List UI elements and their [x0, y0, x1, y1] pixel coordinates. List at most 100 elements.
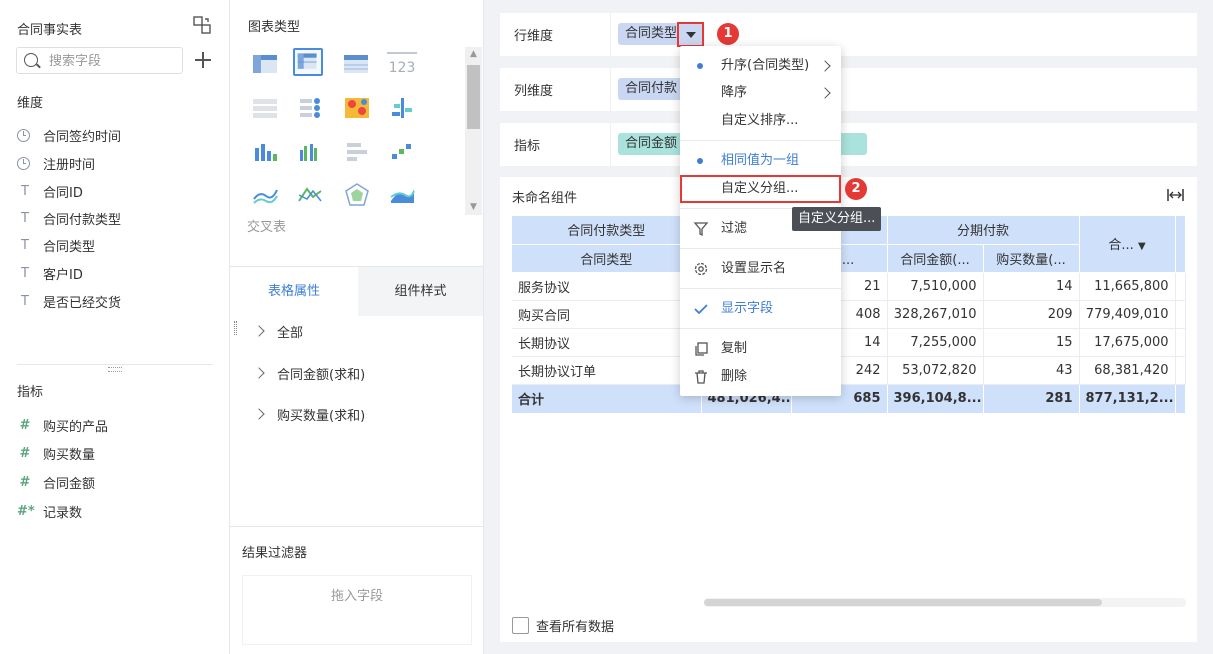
text-type-icon: T — [21, 237, 29, 253]
view-all-label: 查看所有数据 — [536, 620, 615, 635]
horizontal-bar-chart-icon[interactable] — [342, 138, 372, 166]
header-contract-type[interactable]: 合同类型 — [512, 244, 702, 273]
tab-component-style[interactable]: 组件样式 — [358, 267, 483, 316]
row-label: 长期协议 — [512, 328, 702, 357]
dimension-field[interactable]: 合同签约时间 — [17, 125, 121, 145]
resize-grip-icon[interactable] — [108, 367, 122, 372]
bubble-dot-chart-icon[interactable] — [387, 94, 417, 122]
grouped-table-chart-icon[interactable] — [250, 50, 280, 78]
measure-bar: 指标 合同金额) — [500, 123, 1197, 166]
menu-item-custom-group[interactable]: 自定义分组... — [680, 175, 841, 203]
text-type-icon: T — [21, 210, 29, 226]
kpi-number-chart-icon[interactable]: 123 — [387, 52, 417, 80]
cell: 281 — [983, 384, 1080, 414]
cell-filler — [1175, 328, 1186, 357]
menu-item-display-name[interactable]: 设置显示名 — [680, 257, 841, 281]
header-total[interactable]: 合... ▼ — [1079, 216, 1176, 273]
search-input[interactable] — [49, 52, 177, 70]
dimension-field[interactable]: T 合同ID — [17, 181, 83, 201]
scroll-up-icon[interactable]: ▲ — [469, 50, 478, 59]
row-label: 购买合同 — [512, 300, 702, 329]
widget-title[interactable]: 未命名组件 — [512, 187, 577, 206]
prop-item-quantity[interactable]: 购买数量(求和) — [253, 404, 365, 424]
scrollbar-thumb[interactable] — [704, 599, 1102, 606]
cell-filler — [1175, 356, 1186, 385]
column-separator — [610, 68, 611, 111]
row-dimension-pill[interactable]: 合同类型 — [618, 23, 685, 45]
dimension-field[interactable]: 注册时间 — [17, 153, 95, 173]
prop-item-amount[interactable]: 合同金额(求和) — [253, 363, 365, 383]
view-all-data-toggle[interactable]: 查看所有数据 — [512, 616, 614, 635]
gear-icon — [694, 262, 708, 276]
bar-chart-icon[interactable] — [250, 138, 280, 166]
copy-icon — [695, 342, 708, 356]
selected-dot-icon — [697, 63, 703, 69]
menu-item-show-field[interactable]: 显示字段 — [680, 297, 841, 321]
cell: 11,665,800 — [1079, 272, 1176, 301]
menu-item-group-same-values[interactable]: 相同值为一组 — [680, 149, 841, 173]
menu-item-sort-desc[interactable]: 降序 — [680, 81, 841, 105]
cross-table: 合同付款类型 分期付款 合... ▼ 合同类型 量(... 合同金额(... 购… — [512, 216, 1186, 414]
add-field-icon[interactable] — [195, 52, 211, 68]
measure-field[interactable]: # 购买的产品 — [17, 415, 108, 435]
column-dimension-pill[interactable]: 合同付款 — [618, 78, 685, 100]
waterfall-chart-icon[interactable] — [387, 138, 417, 166]
trash-icon — [695, 370, 707, 384]
measure-field[interactable]: #* 记录数 — [17, 501, 82, 521]
menu-item-copy[interactable]: 复制 — [680, 337, 841, 361]
menu-item-sort-asc[interactable]: 升序(合同类型) — [680, 54, 841, 78]
row-dimension-dropdown-button[interactable] — [677, 22, 704, 47]
header-quantity-2[interactable]: 购买数量(... — [983, 244, 1080, 273]
indicator-list-chart-icon[interactable] — [295, 94, 325, 122]
measure-field[interactable]: # 购买数量 — [17, 443, 95, 463]
sort-caret-icon[interactable]: ▼ — [1138, 241, 1146, 252]
chart-config-panel: 图表类型 123 交叉表 ▲ ▼ 表格属性 组件样式 全部 合同金额(求和) 购… — [230, 0, 484, 654]
dimension-field[interactable]: T 合同付款类型 — [17, 208, 121, 228]
text-type-icon: T — [21, 265, 29, 281]
header-installment[interactable]: 分期付款 — [887, 216, 1080, 245]
chart-types-scrollbar[interactable]: ▲ ▼ — [465, 47, 482, 215]
menu-item-custom-sort[interactable]: 自定义排序... — [680, 109, 841, 133]
dimension-field[interactable]: T 是否已经交货 — [17, 291, 121, 311]
area-chart-icon[interactable] — [387, 181, 417, 209]
scrollbar-thumb[interactable] — [467, 65, 480, 129]
detail-table-chart-icon[interactable] — [341, 50, 371, 78]
switch-dataset-icon[interactable] — [193, 16, 211, 34]
scatter-line-chart-icon[interactable] — [295, 181, 325, 209]
cell: 7,510,000 — [887, 272, 984, 301]
field-drop-zone[interactable]: 拖入字段 — [242, 575, 472, 645]
dimension-field[interactable]: T 合同类型 — [17, 235, 95, 255]
view-all-checkbox[interactable] — [512, 617, 529, 634]
heatmap-chart-icon[interactable] — [342, 94, 372, 122]
cross-table-chart-icon[interactable] — [293, 48, 323, 76]
cell: 779,409,010 — [1079, 300, 1176, 329]
header-payment-type[interactable]: 合同付款类型 — [512, 216, 702, 245]
cell: 53,072,820 — [887, 356, 984, 385]
search-icon — [24, 53, 38, 67]
selected-dot-icon — [697, 158, 703, 164]
tab-table-properties[interactable]: 表格属性 — [230, 267, 358, 316]
row-dimension-label: 行维度 — [514, 29, 554, 44]
header-amount-2[interactable]: 合同金额(... — [887, 244, 984, 273]
cell: 14 — [983, 272, 1080, 301]
fit-width-icon[interactable] — [1167, 188, 1184, 202]
menu-item-delete[interactable]: 删除 — [680, 365, 841, 389]
header-filler — [1175, 216, 1186, 273]
grouped-bar-chart-icon[interactable] — [295, 138, 325, 166]
scroll-down-icon[interactable]: ▼ — [469, 203, 478, 212]
table-horizontal-scrollbar[interactable] — [704, 598, 1186, 607]
dimension-field[interactable]: T 客户ID — [17, 263, 83, 283]
cell: 396,104,8... — [887, 384, 984, 414]
line-chart-icon[interactable] — [250, 181, 280, 209]
field-search[interactable] — [16, 47, 183, 74]
cell: 877,131,2... — [1079, 384, 1176, 414]
measure-field[interactable]: # 合同金额 — [17, 472, 95, 492]
drag-handle-icon[interactable] — [234, 321, 237, 335]
cell: 7,255,000 — [887, 328, 984, 357]
calculated-number-icon: #* — [17, 503, 35, 519]
radar-chart-icon[interactable] — [342, 181, 372, 209]
cell-filler — [1175, 384, 1186, 414]
prop-item-all[interactable]: 全部 — [253, 321, 303, 341]
text-list-chart-icon[interactable] — [250, 94, 280, 122]
cell: 15 — [983, 328, 1080, 357]
